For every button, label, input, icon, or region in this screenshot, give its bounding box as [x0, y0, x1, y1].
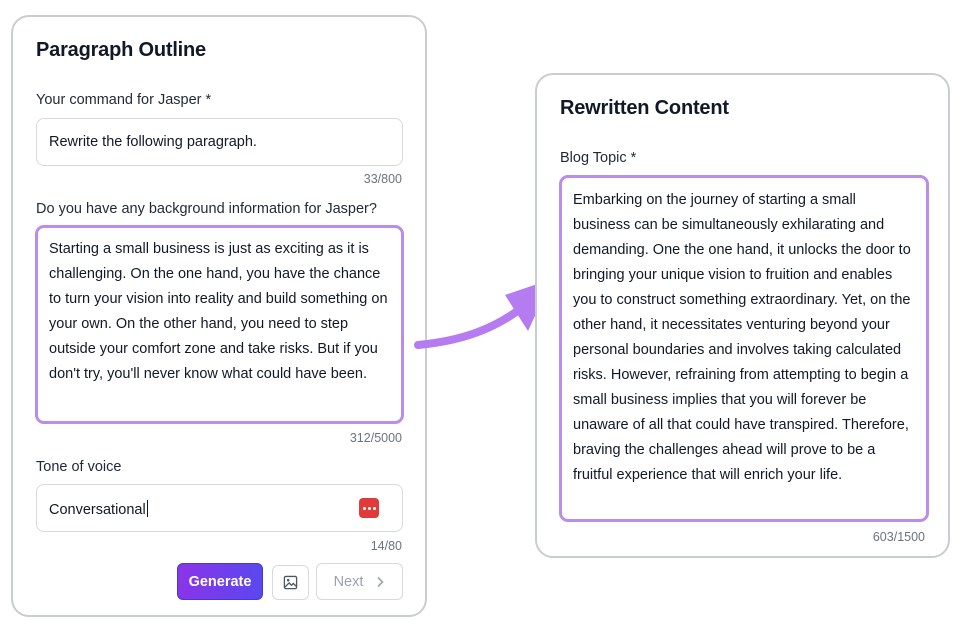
topic-counter: 603/1500 [872, 530, 925, 544]
tone-input[interactable]: Conversational [36, 484, 403, 532]
tone-input-value: Conversational [49, 502, 146, 518]
command-label: Your command for Jasper * [36, 92, 212, 108]
text-caret [146, 500, 148, 517]
command-input-value: Rewrite the following paragraph. [49, 134, 257, 150]
background-counter: 312/5000 [349, 431, 402, 445]
command-counter: 33/800 [363, 172, 402, 186]
topic-label: Blog Topic * [560, 150, 637, 166]
topic-textarea[interactable]: Embarking on the journey of starting a s… [559, 175, 929, 522]
image-button[interactable] [272, 565, 309, 600]
generate-button[interactable]: Generate [177, 563, 263, 600]
card-title: Paragraph Outline [36, 39, 206, 61]
next-button-label: Next [333, 573, 364, 590]
next-button[interactable]: Next [316, 563, 403, 600]
card-title: Rewritten Content [560, 97, 729, 119]
generate-button-label: Generate [188, 573, 252, 590]
chevron-right-icon [377, 576, 385, 587]
command-input[interactable]: Rewrite the following paragraph. [36, 118, 403, 166]
paragraph-outline-card: Paragraph Outline Your command for Jaspe… [11, 15, 427, 617]
background-textarea[interactable]: Starting a small business is just as exc… [35, 225, 404, 424]
background-textarea-value: Starting a small business is just as exc… [49, 241, 388, 382]
image-icon [283, 575, 298, 590]
background-label: Do you have any background information f… [36, 201, 377, 217]
tone-counter: 14/80 [370, 539, 402, 553]
topic-textarea-value: Embarking on the journey of starting a s… [573, 192, 911, 483]
rewritten-content-card: Rewritten Content Blog Topic * Embarking… [535, 73, 950, 558]
tone-label: Tone of voice [36, 459, 122, 475]
dots-menu-icon[interactable] [359, 498, 379, 518]
